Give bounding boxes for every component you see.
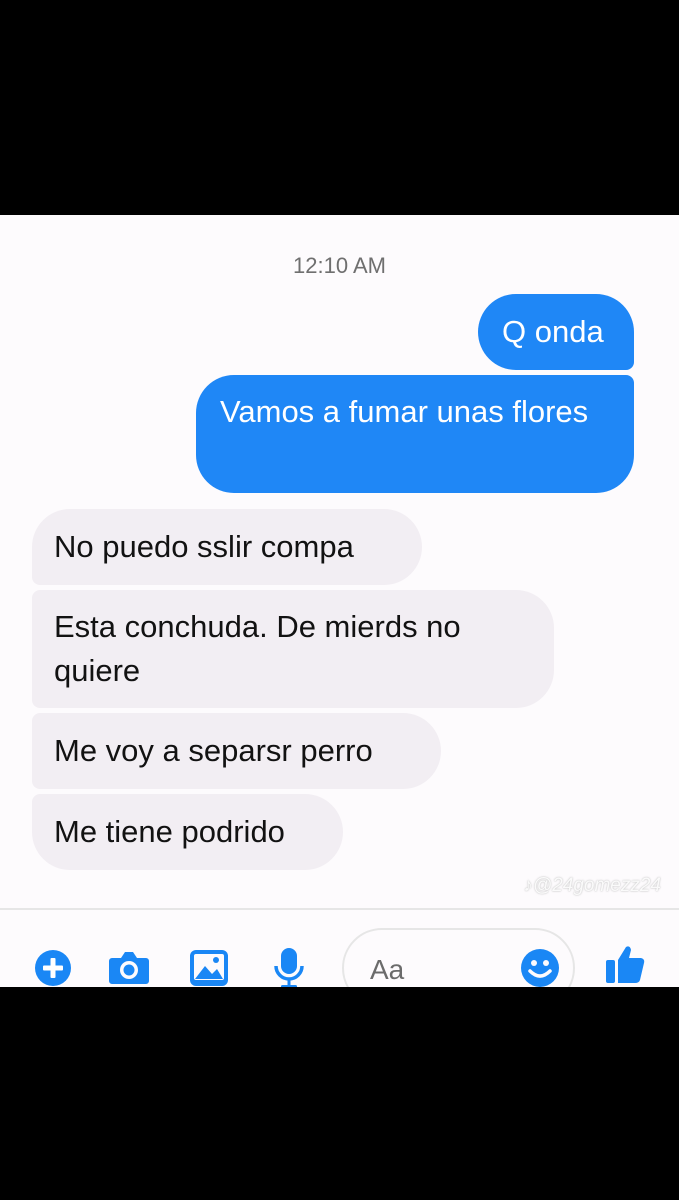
message-text: Me tiene podrido [54,814,285,849]
tiktok-icon: ♪ [523,875,533,896]
emoji-icon[interactable] [520,948,560,987]
outgoing-message-bubble[interactable]: Q onda [478,294,634,370]
message-composer[interactable] [342,928,575,987]
incoming-message-bubble[interactable]: Me tiene podrido [32,794,343,870]
message-text: Q onda [502,314,604,349]
message-text: No puedo sslir compa [54,529,354,564]
message-text: Vamos a fumar unas flores [220,394,589,429]
incoming-message-bubble[interactable]: Esta conchuda. De mierds no quiere [32,590,554,708]
incoming-message-bubble[interactable]: No puedo sslir compa [32,509,422,585]
message-input[interactable] [370,952,510,987]
watermark: ♪@24gomezz24 [523,875,661,897]
image-icon[interactable] [188,947,230,987]
outgoing-message-bubble[interactable]: Vamos a fumar unas flores [196,375,634,493]
message-timestamp: 12:10 AM [293,253,386,278]
microphone-icon[interactable] [268,947,310,987]
composer-divider [0,908,679,910]
camera-icon[interactable] [108,947,150,987]
message-text: Esta conchuda. De mierds no quiere [54,609,461,688]
watermark-text: @24gomezz24 [532,875,661,896]
plus-icon[interactable] [32,947,74,987]
incoming-message-bubble[interactable]: Me voy a separsr perro [32,713,441,789]
chat-screen: 12:10 AM Q onda Vamos a fumar unas flore… [0,215,679,987]
thumbs-up-icon[interactable] [604,943,646,985]
message-text: Me voy a separsr perro [54,733,373,768]
